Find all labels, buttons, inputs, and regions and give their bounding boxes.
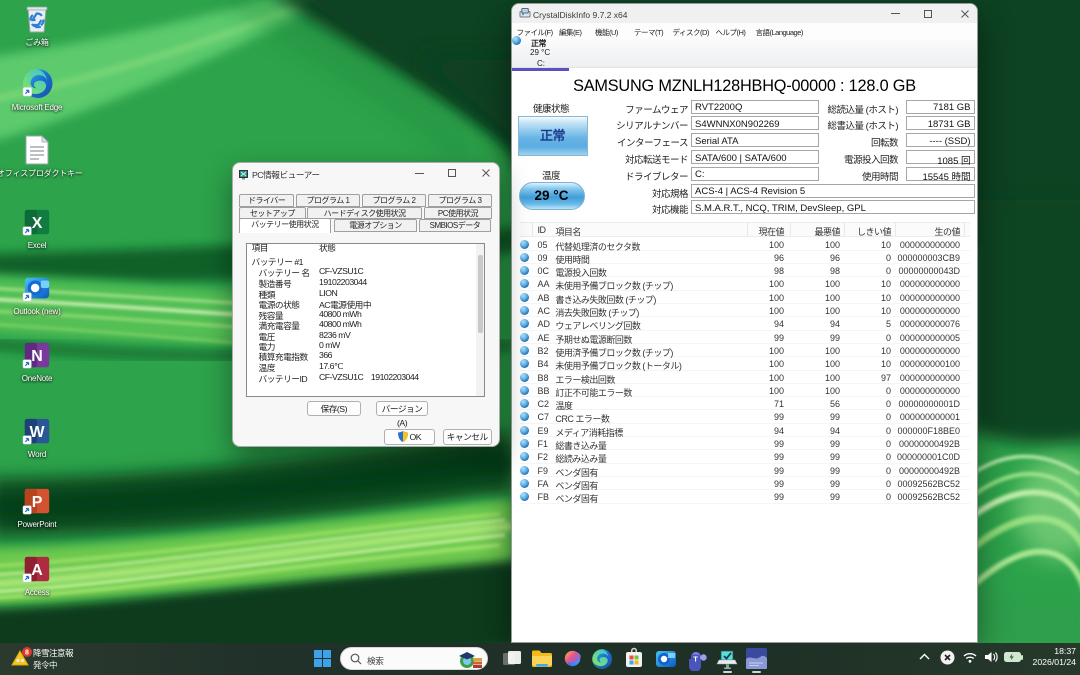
svg-text:P: P — [32, 494, 43, 511]
svg-text:A: A — [31, 562, 43, 579]
svg-text:T: T — [693, 655, 698, 664]
svg-text:W: W — [29, 424, 45, 441]
svg-text:X: X — [32, 215, 43, 232]
svg-text:8: 8 — [25, 650, 29, 657]
svg-text:N: N — [31, 348, 43, 365]
